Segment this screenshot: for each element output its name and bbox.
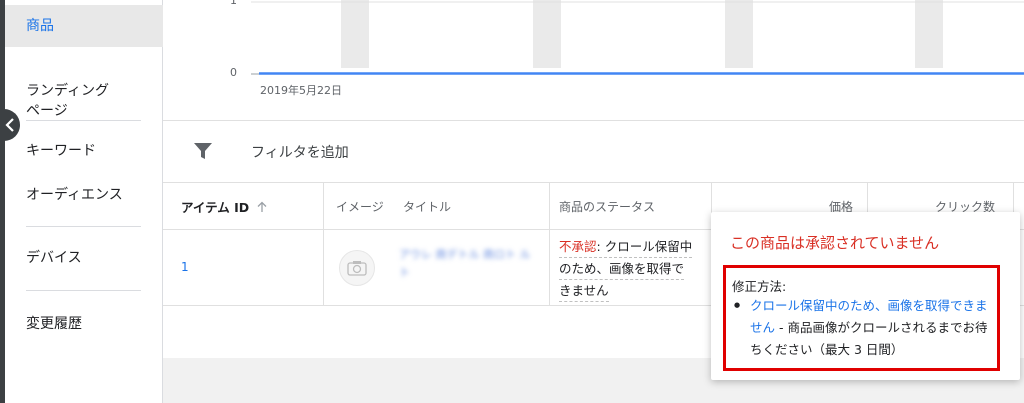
fix-description: - 商品画像がクロールされるまでお待ちください（最大 3 日間） <box>750 320 988 357</box>
x-axis-date-label: 2019年5月22日 <box>260 84 342 97</box>
bullet-icon: ● <box>734 301 741 309</box>
popup-title: この商品は承認されていません <box>730 234 940 252</box>
filter-bar: フィルタを追加 <box>163 121 1024 183</box>
chart-lines <box>251 1 1024 75</box>
sidebar-item-change-history[interactable]: 変更履歴 <box>5 314 163 334</box>
item-id-link[interactable]: 1 <box>181 260 189 274</box>
column-header-item-id[interactable]: アイテム ID <box>181 183 269 230</box>
product-title-link[interactable]: アウレ 商デトル 商ロト ルト <box>399 246 539 282</box>
sort-arrow-up-icon <box>257 201 267 212</box>
sidebar-divider <box>26 290 141 291</box>
sidebar-item-devices[interactable]: デバイス <box>5 248 163 268</box>
add-filter-button[interactable]: フィルタを追加 <box>251 142 349 162</box>
sidebar-item-keywords[interactable]: キーワード <box>5 141 163 161</box>
chevron-left-icon <box>5 118 14 132</box>
status-detail-popup: この商品は承認されていません 修正方法: ● クロール保留中のため、画像を取得で… <box>711 212 1020 380</box>
product-image-placeholder <box>339 250 375 286</box>
sidebar-item-landing-pages[interactable]: ランディング ページ <box>5 61 163 121</box>
status-line[interactable]: 不承認: クロール保留中 <box>559 236 693 258</box>
filter-icon[interactable] <box>193 142 213 160</box>
column-header-label: アイテム ID <box>181 200 250 215</box>
sidebar-item-label: ランディング ページ <box>26 83 110 119</box>
sidebar-item-label: デバイス <box>26 250 82 266</box>
sidebar-divider <box>26 120 141 121</box>
status-text: : クロール保留中 <box>596 239 693 254</box>
fix-heading: 修正方法: <box>732 279 787 294</box>
sidebar-item-label: 商品 <box>26 18 54 34</box>
status-line[interactable]: きません <box>559 280 609 302</box>
column-header-status[interactable]: 商品のステータス <box>559 183 655 230</box>
sidebar-item-products[interactable]: 商品 <box>5 5 163 47</box>
status-disapproved-label: 不承認 <box>559 239 597 254</box>
sidebar-item-label: 変更履歴 <box>26 316 82 332</box>
status-line[interactable]: のため、画像を取得で <box>559 258 685 280</box>
fix-instructions-box: 修正方法: ● クロール保留中のため、画像を取得できません - 商品画像がクロー… <box>723 265 1000 371</box>
fix-body: クロール保留中のため、画像を取得できません - 商品画像がクロールされるまでお待… <box>750 295 995 361</box>
product-status: 不承認: クロール保留中 のため、画像を取得で きません <box>559 236 707 302</box>
camera-icon <box>347 261 367 276</box>
sidebar-item-label: キーワード <box>26 143 96 159</box>
sidebar-item-label: オーディエンス <box>26 187 123 203</box>
column-header-image[interactable]: イメージ <box>336 183 384 230</box>
performance-chart: 1 0 2019年5月22日 <box>163 0 1024 120</box>
column-header-title[interactable]: タイトル <box>403 183 451 230</box>
sidebar: 商品 ランディング ページ キーワード オーディエンス デバイス 変更履歴 <box>5 0 163 403</box>
sidebar-divider <box>26 226 141 227</box>
sidebar-item-audiences[interactable]: オーディエンス <box>5 185 163 205</box>
